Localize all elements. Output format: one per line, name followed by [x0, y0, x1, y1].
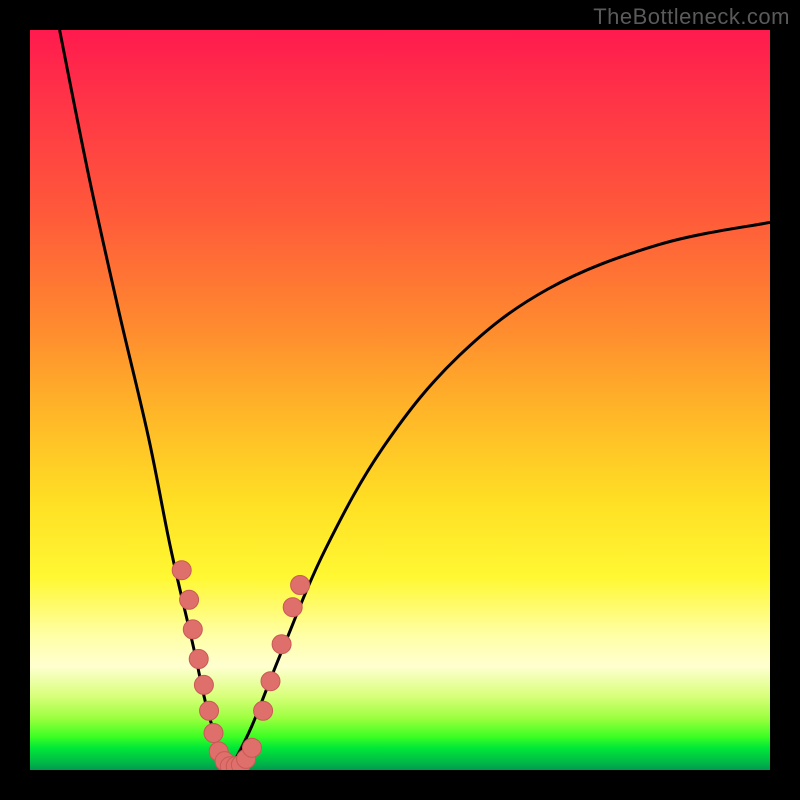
chart-frame: TheBottleneck.com	[0, 0, 800, 800]
watermark-text: TheBottleneck.com	[593, 4, 790, 30]
marker-group	[172, 561, 309, 770]
highlight-marker	[261, 672, 280, 691]
highlight-marker	[194, 675, 213, 694]
highlight-marker	[183, 620, 202, 639]
highlight-marker	[189, 650, 208, 669]
chart-svg	[30, 30, 770, 770]
highlight-marker	[180, 590, 199, 609]
curve-group	[60, 30, 770, 770]
highlight-marker	[204, 724, 223, 743]
highlight-marker	[272, 635, 291, 654]
bottleneck-curve-right-path	[230, 222, 770, 770]
highlight-marker	[243, 738, 262, 757]
highlight-marker	[283, 598, 302, 617]
plot-area	[30, 30, 770, 770]
highlight-marker	[254, 701, 273, 720]
highlight-marker	[291, 576, 310, 595]
highlight-marker	[172, 561, 191, 580]
highlight-marker	[200, 701, 219, 720]
